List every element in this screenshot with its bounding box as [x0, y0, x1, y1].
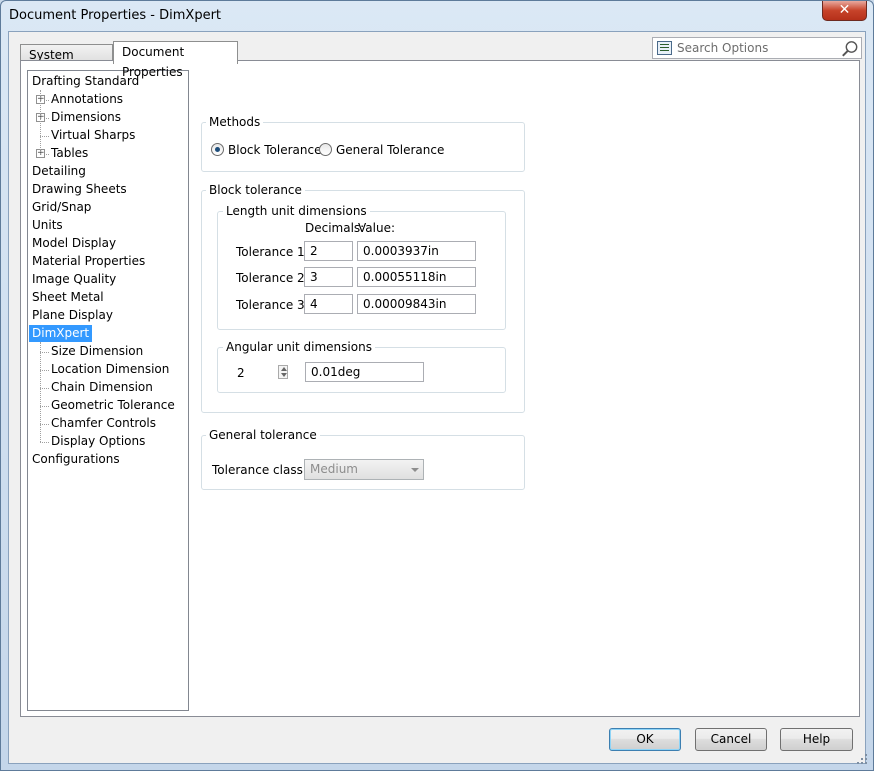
tree-item-model-display[interactable]: Model Display — [29, 235, 119, 252]
tree-item-image-quality[interactable]: Image Quality — [29, 271, 119, 288]
angular-decimals-value[interactable]: 2 — [237, 366, 245, 380]
document-properties-panel: Drafting Standard + Annotations + Dimensions… — [20, 60, 860, 717]
search-options-box[interactable]: Search Options — [652, 37, 862, 59]
tree-item-annotations[interactable]: Annotations — [48, 91, 126, 108]
tree-connector — [40, 342, 41, 442]
methods-group-label: Methods — [206, 115, 264, 129]
tolerance-1-value-field[interactable]: 0.0003937in — [357, 241, 476, 261]
tab-document-properties[interactable]: Document Properties — [113, 41, 238, 79]
general-tolerance-radio[interactable] — [319, 143, 332, 156]
window-title: Document Properties - DimXpert — [9, 8, 222, 23]
tree-item-dimxpert[interactable]: DimXpert — [29, 325, 93, 342]
tab-label: Document Properties — [122, 45, 185, 79]
tree-item-chain-dimension[interactable]: Chain Dimension — [48, 379, 156, 396]
angular-value-field[interactable]: 0.01deg — [305, 362, 424, 382]
tolerance-3-label: Tolerance 3: — [236, 298, 309, 312]
tolerance-3-decimals-field[interactable]: 4 — [304, 294, 353, 314]
tree-item-material-properties[interactable]: Material Properties — [29, 253, 148, 270]
tree-item-sheet-metal[interactable]: Sheet Metal — [29, 289, 107, 306]
general-tolerance-label[interactable]: General Tolerance — [336, 143, 444, 157]
tolerance-2-value-field[interactable]: 0.00055118in — [357, 267, 476, 287]
options-list-icon — [657, 41, 672, 55]
search-icon[interactable] — [841, 40, 859, 58]
document-properties-window: Document Properties - DimXpert ✕ System … — [0, 0, 874, 771]
title-bar[interactable]: Document Properties - DimXpert ✕ — [1, 1, 873, 31]
chevron-down-icon — [411, 468, 419, 472]
tree-item-size-dimension[interactable]: Size Dimension — [48, 343, 146, 360]
general-tolerance-group-label: General tolerance — [206, 428, 320, 442]
ok-button[interactable]: OK — [609, 728, 681, 751]
tolerance-class-value: Medium — [310, 462, 358, 476]
help-button[interactable]: Help — [780, 728, 853, 751]
tree-item-detailing[interactable]: Detailing — [29, 163, 89, 180]
decimals-column-header: Decimals: — [305, 221, 365, 235]
tree-connector — [40, 90, 41, 154]
tolerance-3-value-field[interactable]: 0.00009843in — [357, 294, 476, 314]
close-icon: ✕ — [838, 2, 851, 18]
block-tolerance-radio[interactable] — [211, 143, 224, 156]
tree-item-drawing-sheets[interactable]: Drawing Sheets — [29, 181, 130, 198]
tree-item-grid-snap[interactable]: Grid/Snap — [29, 199, 94, 216]
angular-unit-group-label: Angular unit dimensions — [223, 340, 375, 354]
angular-decimals-spinner[interactable] — [278, 365, 288, 379]
length-unit-group-label: Length unit dimensions — [223, 204, 370, 218]
value-column-header: Value: — [358, 221, 395, 235]
options-tree[interactable]: Drafting Standard + Annotations + Dimensions… — [27, 70, 189, 711]
tree-item-virtual-sharps[interactable]: Virtual Sharps — [48, 127, 138, 144]
tree-item-geometric-tolerance[interactable]: Geometric Tolerance — [48, 397, 178, 414]
tolerance-1-decimals-field[interactable]: 2 — [304, 241, 353, 261]
tolerance-class-label: Tolerance class: — [212, 463, 307, 477]
dialog-client-area: System Options Document Properties Searc… — [8, 31, 866, 764]
tolerance-class-select[interactable]: Medium — [304, 459, 424, 480]
tolerance-2-label: Tolerance 2: — [236, 271, 309, 285]
cancel-button[interactable]: Cancel — [695, 728, 767, 751]
search-input[interactable]: Search Options — [677, 41, 768, 55]
tree-item-plane-display[interactable]: Plane Display — [29, 307, 116, 324]
tolerance-2-decimals-field[interactable]: 3 — [304, 267, 353, 287]
tree-item-units[interactable]: Units — [29, 217, 66, 234]
tree-item-tables[interactable]: Tables — [48, 145, 91, 162]
tree-item-chamfer-controls[interactable]: Chamfer Controls — [48, 415, 159, 432]
block-tolerance-group-label: Block tolerance — [206, 183, 305, 197]
tolerance-1-label: Tolerance 1: — [236, 245, 309, 259]
tree-item-configurations[interactable]: Configurations — [29, 451, 123, 468]
close-button[interactable]: ✕ — [822, 1, 867, 21]
resize-grip-icon[interactable] — [856, 753, 868, 765]
tree-item-location-dimension[interactable]: Location Dimension — [48, 361, 172, 378]
tree-item-dimensions[interactable]: Dimensions — [48, 109, 124, 126]
block-tolerance-label[interactable]: Block Tolerance — [228, 143, 322, 157]
tree-item-display-options[interactable]: Display Options — [48, 433, 148, 450]
